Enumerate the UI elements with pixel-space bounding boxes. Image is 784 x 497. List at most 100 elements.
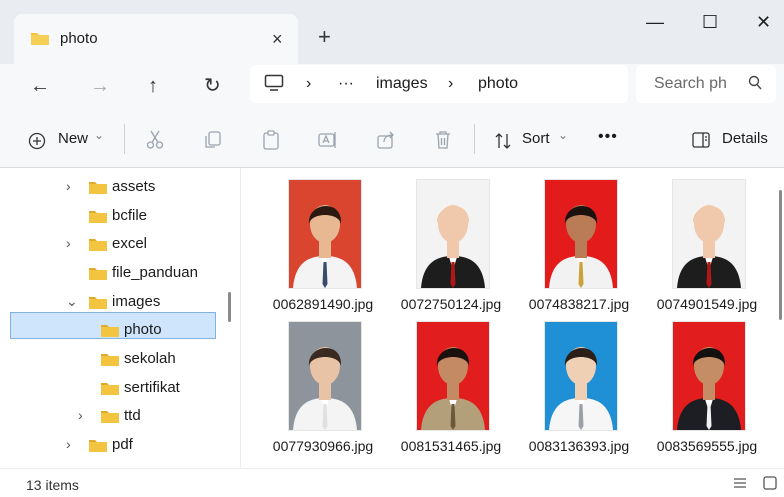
forward-button[interactable]: → — [90, 76, 110, 96]
tree-item-label: sekolah — [124, 350, 176, 367]
chevron-right-icon[interactable]: › — [66, 235, 71, 251]
photo-thumbnail[interactable] — [289, 322, 361, 430]
breadcrumb-item-images[interactable]: images — [376, 75, 428, 93]
folder-icon — [100, 409, 120, 424]
photo-thumbnail[interactable] — [673, 180, 745, 288]
file-item[interactable]: 0081531465.jpg — [387, 310, 515, 454]
search-placeholder: Search ph — [654, 75, 727, 92]
navigation-pane: › assets bcfile › excel file_panduan ⌄ images ph… — [0, 168, 238, 468]
tree-item-excel[interactable]: › excel — [0, 231, 220, 257]
file-name: 0077930966.jpg — [272, 438, 374, 454]
tree-item-file-panduan[interactable]: file_panduan — [0, 260, 220, 286]
details-pane-icon — [692, 132, 710, 148]
new-icon — [28, 132, 46, 150]
photo-thumbnail[interactable] — [545, 180, 617, 288]
breadcrumb-more-button[interactable]: ··· — [338, 75, 354, 93]
folder-icon — [88, 295, 108, 310]
up-button[interactable]: ↑ — [148, 76, 158, 96]
status-bar: 13 items — [0, 468, 784, 497]
tree-item-sekolah[interactable]: sekolah — [0, 346, 220, 372]
tree-item-assets[interactable]: › assets — [0, 174, 220, 200]
file-item[interactable]: 0062891490.jpg — [259, 168, 387, 312]
folder-icon — [30, 30, 50, 46]
address-bar: ← → ↑ ↻ › ··· images › photo Search ph — [0, 64, 784, 108]
search-input[interactable]: Search ph — [636, 65, 776, 103]
share-icon[interactable] — [376, 130, 396, 150]
search-icon — [748, 75, 762, 91]
tree-item-label: excel — [112, 235, 148, 252]
tree-item-label: pdf — [112, 436, 133, 453]
breadcrumb-separator: › — [448, 75, 454, 92]
file-item[interactable]: 0083136393.jpg — [515, 310, 643, 454]
photo-thumbnail[interactable] — [545, 322, 617, 430]
tree-item-label: assets — [112, 178, 156, 195]
folder-icon — [88, 438, 108, 453]
photo-thumbnail[interactable] — [673, 322, 745, 430]
tree-item-images[interactable]: ⌄ images — [0, 289, 220, 315]
new-tab-button[interactable]: + — [318, 26, 331, 48]
divider — [124, 124, 125, 154]
breadcrumb-item-photo[interactable]: photo — [478, 75, 518, 93]
chevron-right-icon[interactable]: › — [66, 178, 71, 194]
tree-item-ttd[interactable]: › ttd — [0, 403, 220, 429]
new-button[interactable]: New — [58, 130, 88, 147]
folder-icon — [88, 180, 108, 195]
breadcrumb[interactable]: › ··· images › photo — [250, 65, 628, 103]
new-caret-icon: ⌄ — [94, 128, 105, 142]
details-view-icon[interactable] — [732, 475, 748, 491]
file-item[interactable]: 0074901549.jpg — [643, 168, 771, 312]
title-bar: photo × + — ☐ ✕ — [0, 0, 784, 64]
rename-icon[interactable] — [318, 130, 338, 150]
folder-icon — [100, 352, 120, 367]
sort-button[interactable]: Sort — [522, 130, 550, 147]
tree-item-pdf[interactable]: › pdf — [0, 432, 220, 458]
back-button[interactable]: ← — [30, 76, 50, 96]
close-window-button[interactable]: ✕ — [756, 12, 771, 33]
tree-item-sertifikat[interactable]: sertifikat — [0, 375, 220, 401]
photo-thumbnail[interactable] — [417, 322, 489, 430]
refresh-button[interactable]: ↻ — [204, 76, 221, 96]
delete-icon[interactable] — [434, 130, 452, 150]
tree-item-label: bcfile — [112, 207, 148, 224]
file-item[interactable]: 0083569555.jpg — [643, 310, 771, 454]
photo-thumbnail[interactable] — [289, 180, 361, 288]
cut-icon[interactable] — [146, 130, 164, 150]
file-item[interactable]: 0074838217.jpg — [515, 168, 643, 312]
tree-item-label: file_panduan — [112, 264, 198, 281]
sort-caret-icon: ⌄ — [558, 128, 569, 142]
breadcrumb-separator: › — [306, 75, 312, 92]
file-name: 0083136393.jpg — [528, 438, 630, 454]
sort-icon — [494, 132, 512, 150]
nav-scrollbar[interactable] — [228, 292, 231, 322]
chevron-right-icon[interactable]: › — [66, 436, 71, 452]
tree-item-photo[interactable]: photo — [0, 317, 220, 343]
chevron-right-icon[interactable]: › — [78, 407, 83, 423]
file-grid: 0062891490.jpg 0072750124.jpg 0074838217.j… — [241, 168, 776, 468]
file-name: 0081531465.jpg — [400, 438, 502, 454]
item-count: 13 items — [26, 477, 79, 493]
folder-icon — [100, 323, 120, 338]
divider — [474, 124, 475, 154]
chevron-down-icon[interactable]: ⌄ — [66, 293, 78, 310]
tree-item-label: photo — [124, 321, 162, 338]
tree-item-label: ttd — [124, 407, 141, 424]
command-bar: New ⌄ Sort ⌄ ••• Details — [0, 108, 784, 168]
file-name: 0083569555.jpg — [656, 438, 758, 454]
minimize-button[interactable]: — — [646, 12, 664, 33]
file-item[interactable]: 0077930966.jpg — [259, 310, 387, 454]
photo-thumbnail[interactable] — [417, 180, 489, 288]
folder-icon — [88, 266, 108, 281]
tree-item-bcfile[interactable]: bcfile — [0, 203, 220, 229]
file-scrollbar[interactable] — [779, 190, 782, 320]
folder-icon — [100, 381, 120, 396]
details-button[interactable]: Details — [722, 130, 768, 147]
more-options-button[interactable]: ••• — [598, 128, 618, 146]
tab-photo[interactable]: photo × — [14, 14, 298, 64]
file-item[interactable]: 0072750124.jpg — [387, 168, 515, 312]
computer-icon[interactable] — [264, 74, 284, 92]
large-icons-view-icon[interactable] — [762, 475, 778, 491]
copy-icon[interactable] — [204, 130, 222, 150]
tab-close-icon[interactable]: × — [272, 30, 283, 48]
maximize-button[interactable]: ☐ — [702, 12, 718, 33]
paste-icon[interactable] — [262, 130, 280, 150]
